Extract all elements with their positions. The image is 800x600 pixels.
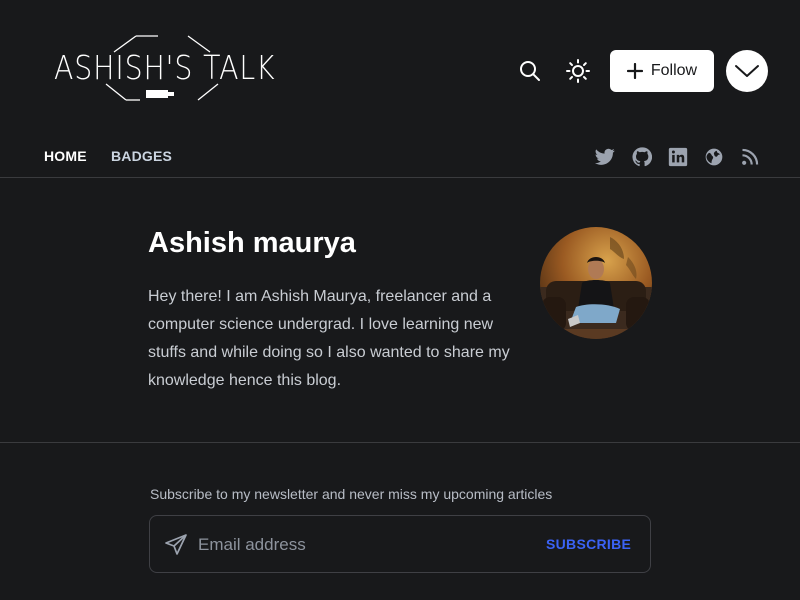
github-icon bbox=[632, 147, 652, 167]
twitter-link[interactable] bbox=[594, 146, 616, 168]
profile-menu-button[interactable] bbox=[726, 50, 768, 92]
blog-logo[interactable]: ASHISH'S TALK bbox=[54, 34, 276, 102]
twitter-icon bbox=[595, 148, 615, 165]
nav-link-home[interactable]: HOME bbox=[44, 148, 87, 164]
rss-link[interactable] bbox=[739, 146, 761, 168]
newsletter-caption: Subscribe to my newsletter and never mis… bbox=[150, 486, 553, 502]
author-avatar-photo bbox=[540, 227, 652, 339]
chevron-down-icon bbox=[735, 65, 759, 77]
nav-bar: HOME BADGES bbox=[0, 140, 800, 178]
theme-toggle-button[interactable] bbox=[559, 52, 597, 90]
website-link[interactable] bbox=[703, 146, 725, 168]
linkedin-link[interactable] bbox=[667, 146, 689, 168]
plus-icon bbox=[626, 63, 643, 79]
sun-icon bbox=[566, 59, 590, 83]
subscribe-button[interactable]: SUBSCRIBE bbox=[546, 536, 631, 552]
author-avatar bbox=[540, 227, 652, 339]
globe-icon bbox=[705, 148, 723, 166]
newsletter-form: SUBSCRIBE bbox=[149, 515, 651, 573]
header: ASHISH'S TALK Follow bbox=[0, 0, 800, 140]
search-button[interactable] bbox=[511, 52, 549, 90]
follow-button-label: Follow bbox=[650, 62, 698, 79]
blog-page: ASHISH'S TALK Follow HOME BADGES Ashish … bbox=[0, 0, 800, 600]
linkedin-icon bbox=[668, 147, 688, 167]
send-icon bbox=[165, 534, 187, 555]
rss-icon bbox=[742, 148, 759, 165]
author-description: Hey there! I am Ashish Maurya, freelance… bbox=[148, 288, 510, 389]
author-bio-section: Ashish maurya Hey there! I am Ashish Mau… bbox=[0, 179, 800, 443]
author-name: Ashish maurya bbox=[148, 227, 356, 259]
nav-link-badges[interactable]: BADGES bbox=[111, 148, 172, 164]
email-input[interactable] bbox=[198, 528, 518, 562]
follow-button[interactable]: Follow bbox=[610, 50, 714, 92]
github-link[interactable] bbox=[631, 146, 653, 168]
search-icon bbox=[520, 61, 540, 81]
blog-logo-text: ASHISH'S TALK bbox=[54, 48, 276, 87]
